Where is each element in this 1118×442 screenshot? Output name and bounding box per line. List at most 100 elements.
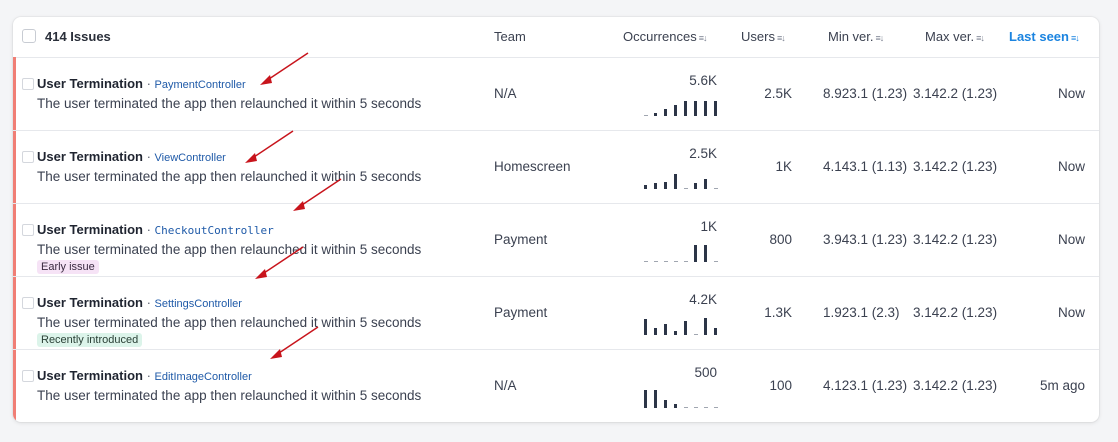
column-label-max-ver: Max ver. <box>925 29 975 44</box>
users-cell: 800 <box>769 232 792 247</box>
sort-icon[interactable]: ≡↓ <box>976 33 985 43</box>
sparkline-bar <box>704 318 707 335</box>
sparkline-bar <box>714 101 717 116</box>
table-row[interactable]: User Termination · SettingsController The… <box>13 276 1099 350</box>
column-header-max-ver[interactable]: Max ver. ≡↓ <box>925 29 985 44</box>
controller-name[interactable]: SettingsController <box>155 298 242 310</box>
column-label-team: Team <box>494 29 526 44</box>
issue-title[interactable]: User Termination · CheckoutController <box>37 222 274 237</box>
sparkline-empty-mark <box>674 261 678 262</box>
sort-icon[interactable]: ≡↓ <box>699 33 708 43</box>
team-cell: Payment <box>494 232 548 247</box>
column-label-users: Users <box>741 29 775 44</box>
min-version-cell: 4.123.1 (1.23) <box>823 378 908 393</box>
sparkline-bar <box>704 245 707 262</box>
sparkline-bar <box>684 101 687 116</box>
issue-description: The user terminated the app then relaunc… <box>37 388 422 403</box>
issue-description: The user terminated the app then relaunc… <box>37 96 422 111</box>
max-version-cell: 3.142.2 (1.23) <box>913 159 998 174</box>
sort-icon[interactable]: ≡↓ <box>876 33 885 43</box>
min-version-cell: 4.143.1 (1.13) <box>823 159 908 174</box>
table-row[interactable]: User Termination · PaymentController The … <box>13 57 1099 131</box>
sparkline-bar <box>664 109 667 116</box>
sparkline-bar <box>674 105 677 116</box>
issue-type: User Termination <box>37 149 143 164</box>
team-cell: N/A <box>494 86 517 101</box>
table-header: 414 Issues Team Occurrences ≡↓ Users ≡↓ Mi… <box>13 17 1099 58</box>
max-version-cell: 3.142.2 (1.23) <box>913 305 998 320</box>
issue-badge: Early issue <box>37 260 99 274</box>
occurrences-sparkline <box>644 315 724 335</box>
sparkline-bar <box>654 390 657 408</box>
controller-name[interactable]: CheckoutController <box>155 224 274 237</box>
issue-count: 414 Issues <box>45 29 111 44</box>
sparkline-bar <box>644 185 647 189</box>
issue-type: User Termination <box>37 76 143 91</box>
sparkline-empty-mark <box>694 407 698 408</box>
column-header-users[interactable]: Users ≡↓ <box>741 29 786 44</box>
row-checkbox[interactable] <box>22 78 34 90</box>
max-version-cell: 3.142.2 (1.23) <box>913 86 998 101</box>
issue-title[interactable]: User Termination · PaymentController <box>37 76 246 91</box>
last-seen-cell: Now <box>1057 159 1085 174</box>
sparkline-bar <box>654 183 657 189</box>
sparkline-empty-mark <box>664 261 668 262</box>
sparkline-empty-mark <box>684 407 688 408</box>
sparkline-bar <box>664 324 667 335</box>
table-row[interactable]: User Termination · CheckoutController The… <box>13 203 1099 277</box>
last-seen-cell: Now <box>1057 232 1085 247</box>
sort-icon[interactable]: ≡↓ <box>1071 33 1080 43</box>
column-header-last-seen[interactable]: Last seen ≡↓ <box>1009 29 1080 44</box>
row-checkbox[interactable] <box>22 370 34 382</box>
sparkline-bar <box>654 113 657 116</box>
column-header-team[interactable]: Team <box>494 29 526 44</box>
sparkline-empty-mark <box>714 407 718 408</box>
occurrences-sparkline <box>644 96 724 116</box>
row-checkbox[interactable] <box>22 151 34 163</box>
last-seen-cell: Now <box>1057 305 1085 320</box>
occurrences-value: 500 <box>694 365 717 380</box>
sparkline-bar <box>694 183 697 189</box>
select-all-checkbox[interactable] <box>22 29 36 43</box>
row-checkbox[interactable] <box>22 297 34 309</box>
issue-title[interactable]: User Termination · EditImageController <box>37 368 252 383</box>
issue-title[interactable]: User Termination · SettingsController <box>37 295 242 310</box>
issue-type: User Termination <box>37 368 143 383</box>
occurrences-sparkline <box>644 388 724 408</box>
sparkline-bar <box>704 179 707 189</box>
occurrences-value: 5.6K <box>689 73 717 88</box>
sparkline-empty-mark <box>654 261 658 262</box>
sparkline-bar <box>694 101 697 116</box>
controller-name[interactable]: ViewController <box>155 152 226 164</box>
issue-type: User Termination <box>37 222 143 237</box>
sparkline-empty-mark <box>694 334 698 335</box>
sparkline-bar <box>674 404 677 408</box>
column-label-min-ver: Min ver. <box>828 29 874 44</box>
issue-description: The user terminated the app then relaunc… <box>37 242 422 257</box>
team-cell: N/A <box>494 378 517 393</box>
sparkline-bar <box>704 101 707 116</box>
column-header-occurrences[interactable]: Occurrences ≡↓ <box>623 29 708 44</box>
sparkline-empty-mark <box>704 407 708 408</box>
users-cell: 100 <box>769 378 792 393</box>
sparkline-empty-mark <box>714 188 718 189</box>
column-header-min-ver[interactable]: Min ver. ≡↓ <box>828 29 885 44</box>
sparkline-empty-mark <box>644 261 648 262</box>
column-label-last-seen: Last seen <box>1009 29 1069 44</box>
row-checkbox[interactable] <box>22 224 34 236</box>
users-cell: 2.5K <box>764 86 792 101</box>
issue-type: User Termination <box>37 295 143 310</box>
table-row[interactable]: User Termination · EditImageController Th… <box>13 349 1099 422</box>
controller-name[interactable]: PaymentController <box>155 79 246 91</box>
controller-name[interactable]: EditImageController <box>155 371 252 383</box>
sparkline-empty-mark <box>714 261 718 262</box>
issue-title[interactable]: User Termination · ViewController <box>37 149 226 164</box>
sort-icon[interactable]: ≡↓ <box>777 33 786 43</box>
sparkline-bar <box>714 328 717 335</box>
users-cell: 1K <box>775 159 792 174</box>
max-version-cell: 3.142.2 (1.23) <box>913 378 998 393</box>
min-version-cell: 3.943.1 (1.23) <box>823 232 908 247</box>
column-label-occurrences: Occurrences <box>623 29 697 44</box>
sparkline-bar <box>684 321 687 335</box>
table-row[interactable]: User Termination · ViewController The use… <box>13 130 1099 204</box>
